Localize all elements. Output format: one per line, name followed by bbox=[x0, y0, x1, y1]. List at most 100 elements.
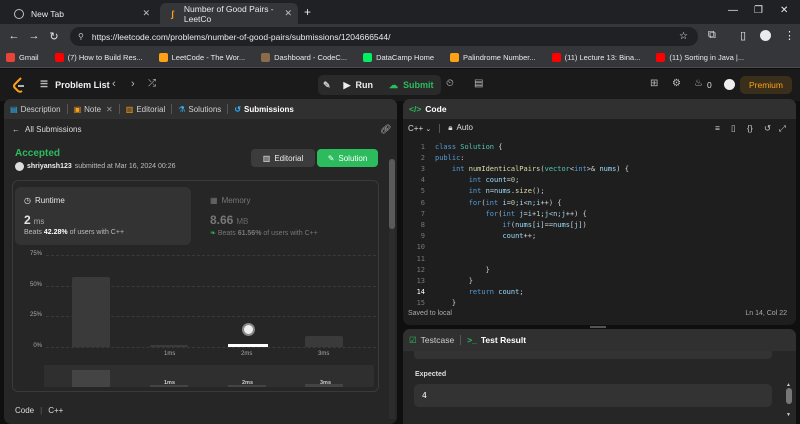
link-icon[interactable]: 🔗︎ bbox=[380, 124, 391, 135]
reload-icon[interactable]: ↻ bbox=[44, 30, 64, 43]
premium-button[interactable]: Premium bbox=[739, 76, 792, 94]
bookmark-youtube-2[interactable]: (11) Lecture 13: Bina... bbox=[551, 53, 640, 62]
run-submit-group: ✎ ▶ Run ☁ Submit bbox=[318, 75, 442, 95]
avatar[interactable] bbox=[15, 162, 24, 171]
notes-icon[interactable]: ▤ bbox=[474, 78, 483, 89]
code-editor[interactable]: 1 class Solution {2 public: 3 int numIdenti… bbox=[403, 141, 796, 308]
back-arrow-icon[interactable]: ← bbox=[4, 30, 24, 42]
code-line[interactable]: 3 int numIdenticalPairs(vector<int>& num… bbox=[403, 163, 796, 174]
all-submissions-link[interactable]: ← All Submissions bbox=[12, 125, 81, 134]
bookmark-codechef[interactable]: Dashboard - CodeC... bbox=[261, 53, 347, 62]
window-close-icon[interactable]: ✕ bbox=[780, 5, 788, 16]
settings-gear-icon[interactable]: ⚙ bbox=[672, 78, 681, 89]
code-line[interactable]: 11 bbox=[403, 253, 796, 264]
tab-editorial[interactable]: ▥ Editorial bbox=[126, 105, 165, 114]
scroll-thumb[interactable] bbox=[786, 388, 792, 404]
bookmark-youtube-3[interactable]: (11) Sorting in Java |... bbox=[656, 53, 744, 62]
sidepanel-icon[interactable]: ▯ bbox=[740, 29, 746, 42]
next-problem-chevron-icon[interactable]: › bbox=[131, 78, 135, 90]
mini-chart-navigator[interactable]: 1ms 2ms 3ms bbox=[44, 365, 374, 387]
reset-icon[interactable]: ↺ bbox=[764, 123, 771, 134]
right-scrollbar[interactable]: ▲ ▼ bbox=[785, 360, 793, 420]
code-panel: </> Code C++ ⌄ 🔒︎ Auto ≡ ▯ {} ↺ ⤢ 1 class S… bbox=[403, 99, 796, 325]
code-line[interactable]: 14 return count; bbox=[403, 287, 796, 298]
format-icon[interactable]: ≡ bbox=[715, 123, 720, 133]
leetcode-logo-icon[interactable] bbox=[12, 77, 26, 93]
minimize-icon[interactable]: — bbox=[728, 5, 738, 16]
shuffle-icon[interactable]: ⤮ bbox=[148, 78, 156, 89]
username[interactable]: shriyansh123 bbox=[27, 163, 72, 170]
bookmark-palindrome[interactable]: Palindrome Number... bbox=[450, 53, 536, 62]
debug-icon[interactable]: ✎ bbox=[318, 75, 336, 95]
expected-value: 4 bbox=[414, 384, 772, 407]
left-scrollbar[interactable] bbox=[389, 159, 395, 419]
tab-submissions[interactable]: ↺ Submissions bbox=[234, 105, 294, 114]
chart-bar[interactable] bbox=[72, 277, 110, 347]
tab-label: Number of Good Pairs - LeetCo bbox=[183, 3, 274, 24]
bookmark-youtube-1[interactable]: (7) How to Build Res... bbox=[54, 53, 143, 62]
timer-icon[interactable]: ⏲ bbox=[446, 78, 454, 89]
leetcode-icon bbox=[158, 53, 168, 62]
code-line[interactable]: 9 count++; bbox=[403, 231, 796, 242]
close-icon[interactable]: ✕ bbox=[284, 8, 292, 19]
checkbox-icon: ☑ bbox=[409, 334, 417, 345]
user-avatar[interactable] bbox=[724, 79, 735, 90]
streak-flame-icon[interactable]: ♨ bbox=[694, 78, 703, 89]
code-line[interactable]: 4 int count=0; bbox=[403, 175, 796, 186]
prev-problem-chevron-icon[interactable]: ‹ bbox=[112, 78, 116, 90]
layout-icon[interactable]: ⊞ bbox=[650, 78, 658, 89]
site-info-icon[interactable]: ⚲ bbox=[78, 32, 84, 41]
tab-test-result[interactable]: >_ Test Result bbox=[467, 335, 526, 345]
memory-card[interactable]: ▦ Memory 8.66 MB ❧ Beats 61.56% of users w… bbox=[201, 187, 377, 245]
chart-bar[interactable] bbox=[305, 335, 343, 347]
panel-resize-handle[interactable] bbox=[590, 326, 606, 328]
tab-new-tab[interactable]: New Tab ✕ bbox=[6, 3, 156, 24]
tab-number-of-good-pairs[interactable]: ʃ Number of Good Pairs - LeetCo ✕ bbox=[160, 3, 298, 24]
language-select[interactable]: C++ ⌄ bbox=[408, 124, 431, 133]
bookmark-icon[interactable]: ▯ bbox=[731, 123, 736, 134]
url-field[interactable]: ⚲ https://leetcode.com/problems/number-o… bbox=[70, 27, 698, 46]
scroll-thumb[interactable] bbox=[389, 159, 395, 229]
solution-button[interactable]: ✎ Solution bbox=[317, 149, 378, 167]
run-button[interactable]: ▶ Run bbox=[336, 75, 381, 95]
bookmark-leetcode[interactable]: LeetCode - The Wor... bbox=[158, 53, 245, 62]
menu-kebab-icon[interactable]: ⋮ bbox=[784, 29, 795, 42]
profile-avatar[interactable] bbox=[760, 30, 771, 41]
code-text: int count=0; bbox=[468, 176, 520, 185]
code-line[interactable]: 15 } bbox=[403, 298, 796, 309]
code-line[interactable]: 10 bbox=[403, 242, 796, 253]
bookmark-gmail[interactable]: Gmail bbox=[6, 53, 39, 62]
code-line[interactable]: 5 int n=nums.size(); bbox=[403, 186, 796, 197]
code-line[interactable]: 12 } bbox=[403, 264, 796, 275]
problem-list-button[interactable]: ☰ Problem List bbox=[40, 79, 110, 90]
tab-note[interactable]: ▣ Note ✕ bbox=[74, 105, 113, 114]
code-line[interactable]: 8 if(nums[i]==nums[j]) bbox=[403, 219, 796, 230]
forward-arrow-icon[interactable]: → bbox=[24, 30, 44, 42]
braces-icon[interactable]: {} bbox=[747, 123, 753, 133]
runtime-card[interactable]: ◷ Runtime 2 ms Beats 42.28% of users with … bbox=[15, 187, 191, 245]
close-icon[interactable]: ✕ bbox=[106, 105, 113, 114]
close-icon[interactable]: ✕ bbox=[142, 8, 150, 19]
code-line[interactable]: 13 } bbox=[403, 275, 796, 286]
extensions-icon[interactable]: ⧉ bbox=[708, 29, 716, 42]
test-panel: ☑ Testcase >_ Test Result Expected 4 bbox=[403, 329, 796, 424]
code-line[interactable]: 2 public: bbox=[403, 152, 796, 163]
scroll-down-icon[interactable]: ▼ bbox=[786, 412, 791, 418]
list-icon: ☰ bbox=[40, 79, 49, 89]
bookmark-star-icon[interactable]: ☆ bbox=[679, 31, 688, 42]
code-line[interactable]: 1 class Solution { bbox=[403, 141, 796, 152]
code-line[interactable]: 7 for(int j=i+1;j<n;j++) { bbox=[403, 208, 796, 219]
my-submission-marker[interactable] bbox=[242, 323, 255, 336]
tab-solutions[interactable]: ⚗ Solutions bbox=[178, 105, 221, 114]
fullscreen-icon[interactable]: ⤢ bbox=[779, 123, 786, 134]
chart-bar[interactable] bbox=[150, 344, 188, 347]
code-line[interactable]: 6 for(int i=0;i<n;i++) { bbox=[403, 197, 796, 208]
submit-button[interactable]: ☁ Submit bbox=[381, 75, 442, 95]
tab-testcase[interactable]: ☑ Testcase bbox=[409, 335, 454, 346]
bookmark-datacamp[interactable]: DataCamp Home bbox=[363, 53, 434, 62]
restore-icon[interactable]: ❐ bbox=[754, 5, 763, 16]
editorial-button[interactable]: ▥ Editorial bbox=[251, 149, 315, 167]
new-tab-plus-icon[interactable]: + bbox=[304, 5, 311, 19]
tab-description[interactable]: ▤ Description bbox=[10, 105, 61, 114]
auto-lock-toggle[interactable]: 🔒︎ Auto bbox=[448, 123, 473, 133]
